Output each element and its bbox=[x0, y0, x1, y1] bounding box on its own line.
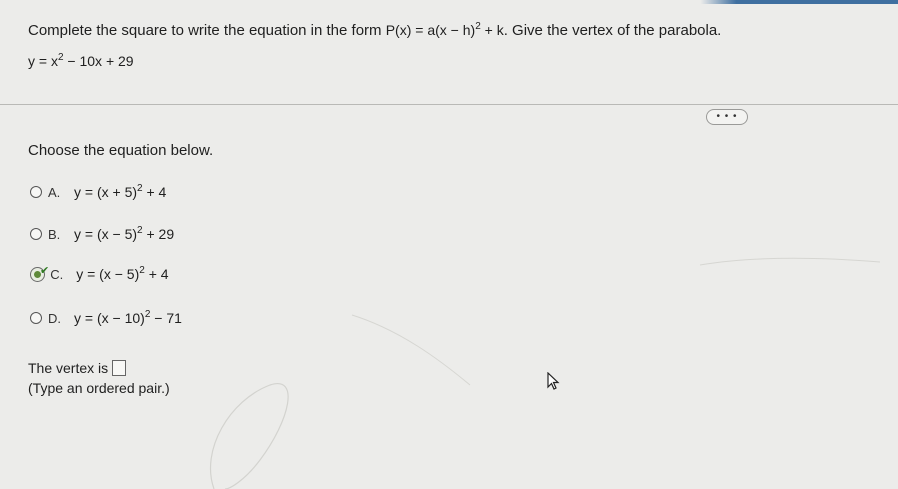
question-text: Complete the square to write the equatio… bbox=[28, 18, 888, 43]
option-base: y = (x − 5) bbox=[76, 266, 140, 282]
option-tail: + 4 bbox=[142, 184, 167, 200]
radio-icon[interactable] bbox=[30, 312, 42, 324]
question-prefix: Complete the square to write the equatio… bbox=[28, 22, 382, 39]
option-equation: y = (x − 5)2 + 4 bbox=[76, 266, 169, 283]
question-form: P(x) = a(x − h)2 + k bbox=[385, 22, 504, 39]
option-base: y = (x − 5) bbox=[74, 226, 138, 242]
vertex-label: The vertex is bbox=[28, 360, 109, 376]
radio-icon[interactable] bbox=[30, 228, 42, 240]
form-base: P(x) = a(x − h) bbox=[385, 22, 476, 38]
option-base: y = (x − 10) bbox=[74, 310, 145, 326]
option-base: y = (x + 5) bbox=[74, 184, 138, 200]
vertex-answer-input[interactable] bbox=[112, 360, 127, 376]
check-icon: ✔ bbox=[40, 264, 50, 277]
vertex-row: The vertex is bbox=[28, 360, 127, 376]
option-b[interactable]: B. y = (x − 5)2 + 29 bbox=[30, 222, 174, 246]
cursor-icon bbox=[547, 372, 560, 390]
option-letter: C. bbox=[50, 266, 64, 282]
option-tail: + 4 bbox=[144, 266, 169, 282]
option-letter: D. bbox=[48, 310, 61, 326]
radio-icon[interactable] bbox=[30, 186, 42, 198]
option-equation: y = (x + 5)2 + 4 bbox=[74, 184, 167, 201]
vertex-hint: (Type an ordered pair.) bbox=[28, 380, 170, 396]
given-equation: y = x2 − 10x + 29 bbox=[28, 50, 134, 72]
top-accent-bar bbox=[0, 0, 898, 4]
given-base: y = x bbox=[28, 53, 58, 69]
option-a[interactable]: A. y = (x + 5)2 + 4 bbox=[30, 180, 166, 204]
section-divider bbox=[0, 104, 898, 105]
option-equation: y = (x − 10)2 − 71 bbox=[74, 310, 182, 327]
option-equation: y = (x − 5)2 + 29 bbox=[74, 226, 175, 243]
more-button[interactable]: • • • bbox=[706, 109, 748, 125]
option-letter: A. bbox=[48, 184, 61, 200]
given-tail: − 10x + 29 bbox=[63, 53, 134, 69]
option-tail: + 29 bbox=[142, 226, 175, 242]
form-tail: + k bbox=[480, 22, 504, 38]
option-c[interactable]: ✔ C. y = (x − 5)2 + 4 bbox=[30, 262, 169, 286]
option-d[interactable]: D. y = (x − 10)2 − 71 bbox=[30, 306, 182, 330]
choose-prompt: Choose the equation below. bbox=[28, 142, 214, 159]
question-suffix: . Give the vertex of the parabola. bbox=[503, 22, 722, 39]
option-letter: B. bbox=[48, 226, 61, 242]
option-tail: − 71 bbox=[150, 310, 182, 326]
